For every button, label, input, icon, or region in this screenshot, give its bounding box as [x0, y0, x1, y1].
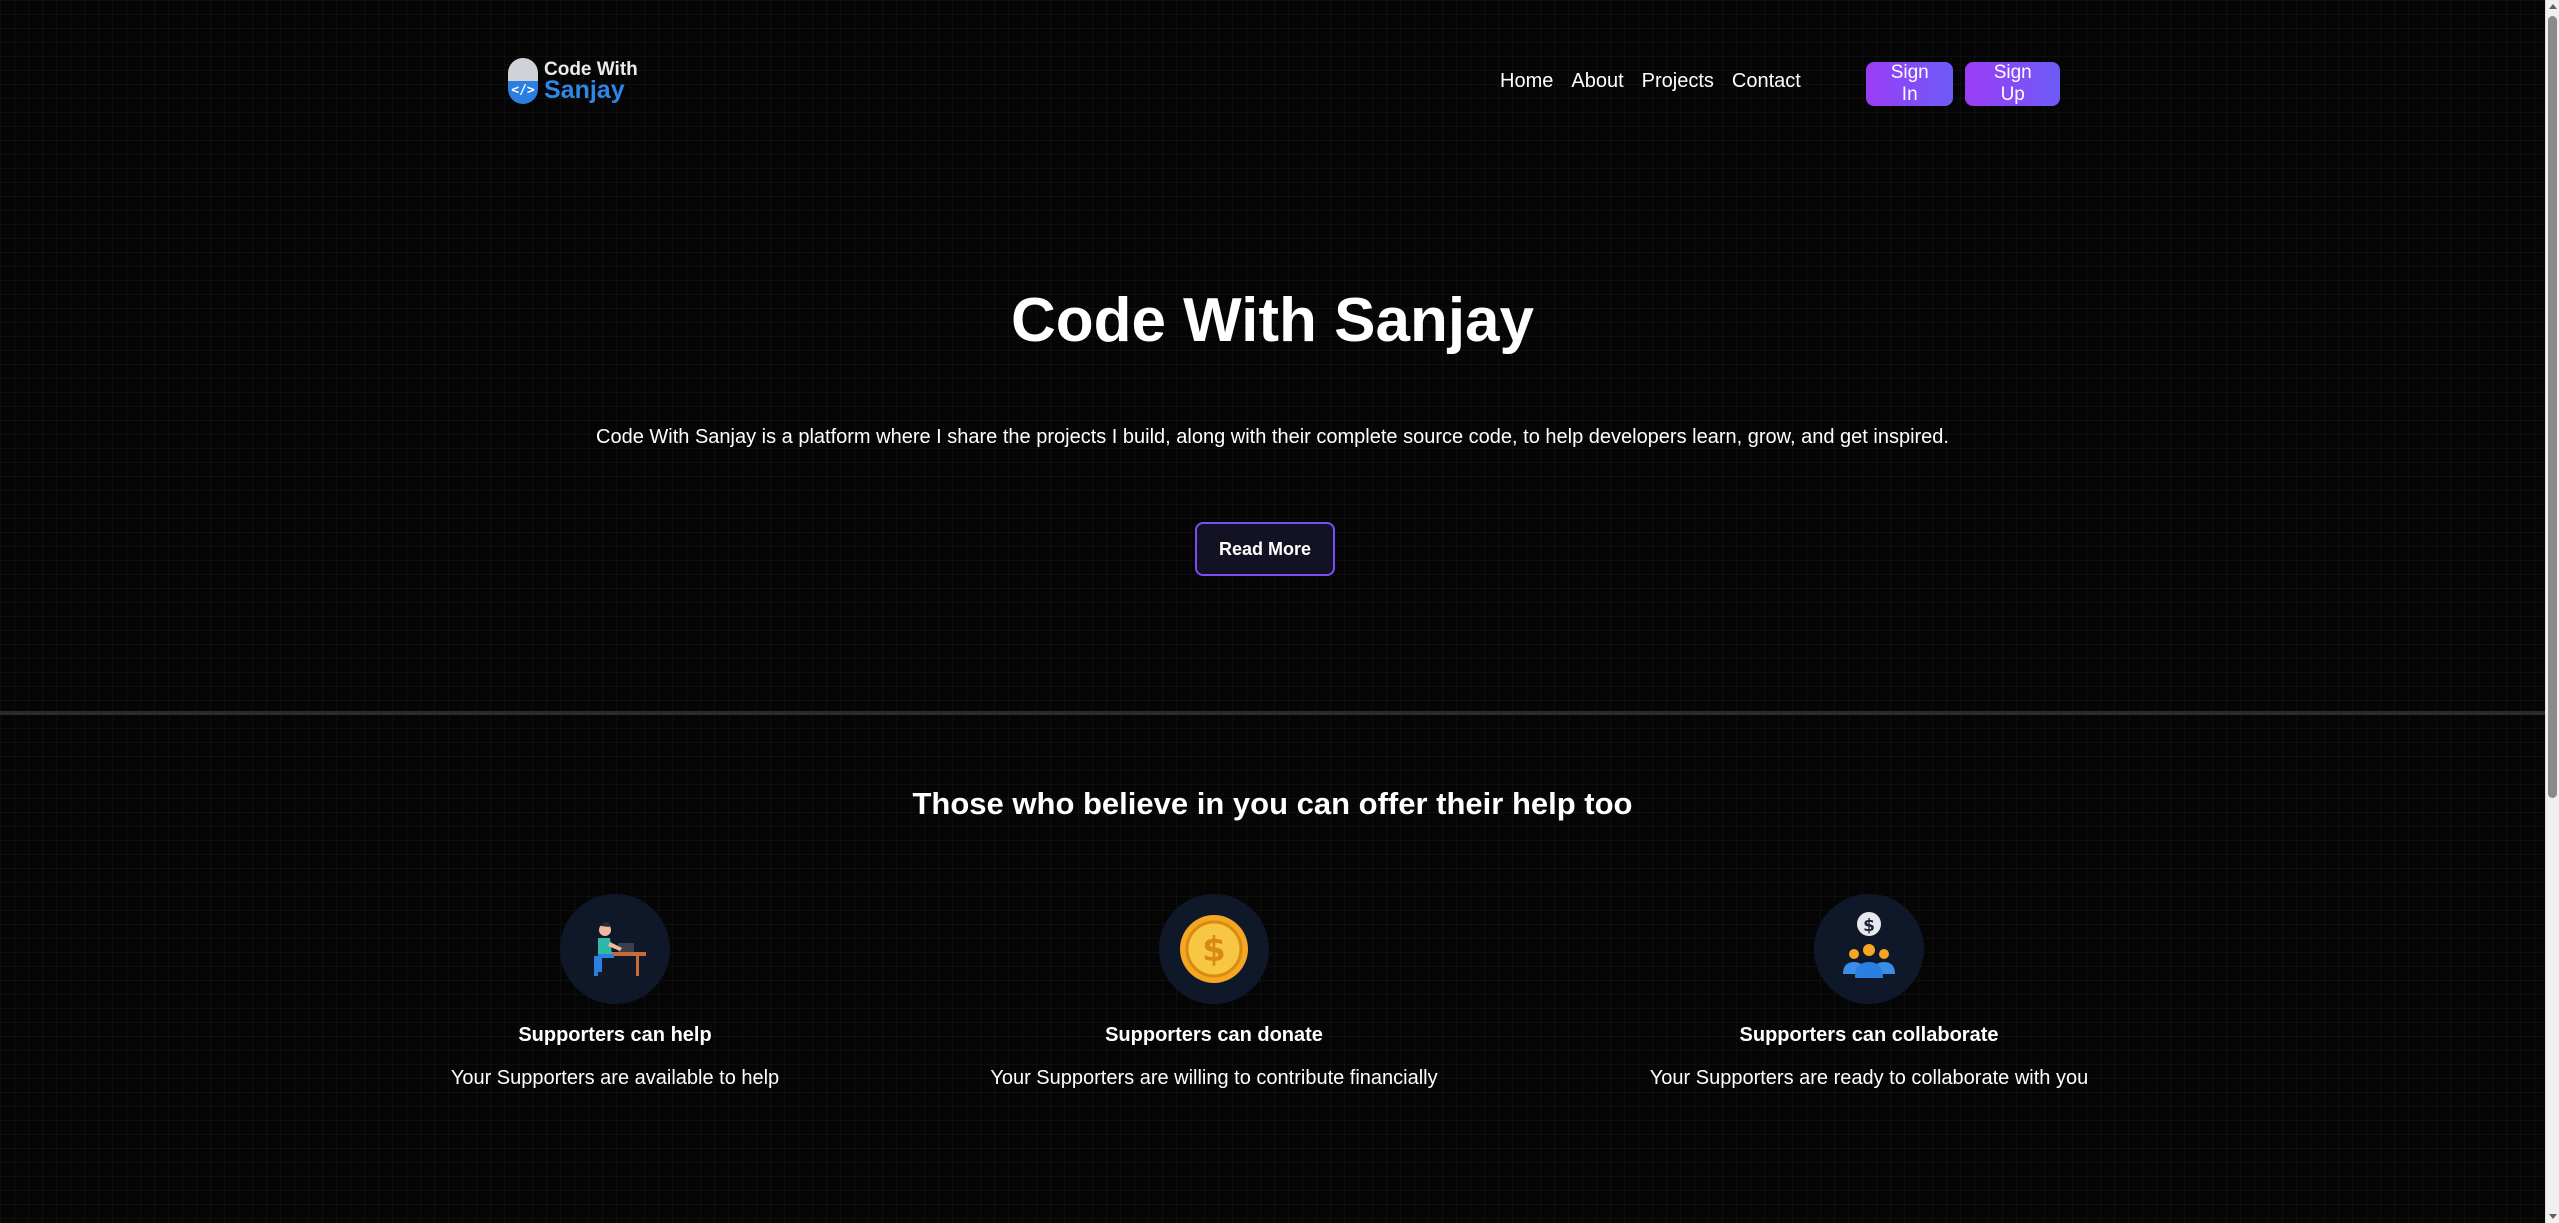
- vertical-scrollbar[interactable]: [2545, 0, 2559, 1223]
- scroll-thumb[interactable]: [2548, 16, 2557, 798]
- nav-link-contact[interactable]: Contact: [1732, 70, 1801, 93]
- nav-link-home[interactable]: Home: [1500, 70, 1553, 93]
- svg-text:$: $: [1863, 916, 1875, 936]
- sign-up-button[interactable]: Sign Up: [1965, 62, 2060, 106]
- logo[interactable]: </> Code With Sanjay: [508, 56, 638, 106]
- auth-buttons: Sign In Sign Up: [1866, 62, 2072, 106]
- scroll-down-arrow-icon[interactable]: [2549, 1214, 2557, 1219]
- hero-title: Code With Sanjay: [1010, 286, 1535, 355]
- group-dollar-icon: $: [1814, 894, 1924, 1004]
- section-divider: [0, 711, 2545, 715]
- page: </> Code With Sanjay Home About Projects…: [0, 0, 2545, 1223]
- scroll-up-arrow-icon[interactable]: [2549, 4, 2557, 9]
- feature-help-title: Supporters can help: [518, 1024, 712, 1046]
- nav-link-projects[interactable]: Projects: [1642, 70, 1714, 93]
- supporters-heading: Those who believe in you can offer their…: [912, 786, 1633, 821]
- sign-in-button[interactable]: Sign In: [1866, 62, 1954, 106]
- feature-help: Supporters can help Your Supporters are …: [315, 894, 915, 1090]
- gold-coin-icon: $: [1159, 894, 1269, 1004]
- logo-text: Code With Sanjay: [544, 60, 638, 103]
- logo-line-2: Sanjay: [544, 75, 625, 104]
- feature-collaborate: $ Supporters can collaborate Your Suppor…: [1569, 894, 2169, 1090]
- feature-donate-title: Supporters can donate: [1105, 1024, 1323, 1046]
- hero-description: Code With Sanjay is a platform where I s…: [596, 426, 1949, 448]
- feature-donate: $ Supporters can donate Your Supporters …: [914, 894, 1514, 1090]
- navbar: </> Code With Sanjay Home About Projects…: [508, 56, 2072, 116]
- person-at-desk-icon: [560, 894, 670, 1004]
- svg-text:$: $: [1202, 930, 1226, 970]
- feature-collaborate-desc: Your Supporters are ready to collaborate…: [1649, 1067, 2089, 1089]
- feature-collaborate-title: Supporters can collaborate: [1739, 1024, 1999, 1046]
- feature-donate-desc: Your Supporters are willing to contribut…: [990, 1067, 1438, 1089]
- nav-link-about[interactable]: About: [1571, 70, 1623, 93]
- feature-help-desc: Your Supporters are available to help: [450, 1067, 780, 1089]
- nav-links: Home About Projects Contact: [1500, 70, 1819, 93]
- code-logo-icon: </>: [508, 58, 538, 104]
- read-more-button[interactable]: Read More: [1195, 522, 1335, 576]
